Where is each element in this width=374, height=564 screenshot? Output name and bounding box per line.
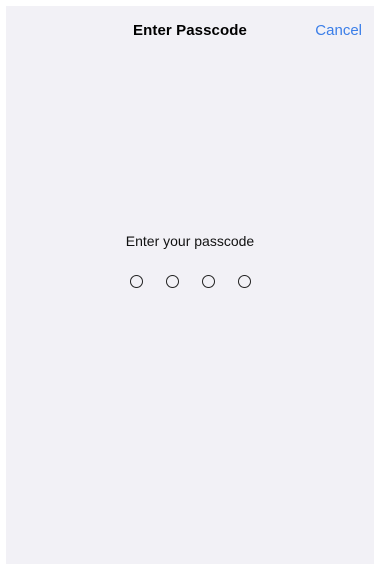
passcode-sheet: Enter Passcode Cancel Enter your passcod… <box>6 6 374 564</box>
passcode-dot <box>129 275 143 288</box>
passcode-dot <box>201 275 215 288</box>
passcode-dots <box>6 275 374 288</box>
passcode-dot <box>237 275 251 288</box>
passcode-prompt: Enter your passcode <box>125 233 255 249</box>
cancel-button[interactable]: Cancel <box>315 22 362 39</box>
navigation-bar: Enter Passcode Cancel <box>6 6 374 56</box>
passcode-dot <box>165 275 179 288</box>
